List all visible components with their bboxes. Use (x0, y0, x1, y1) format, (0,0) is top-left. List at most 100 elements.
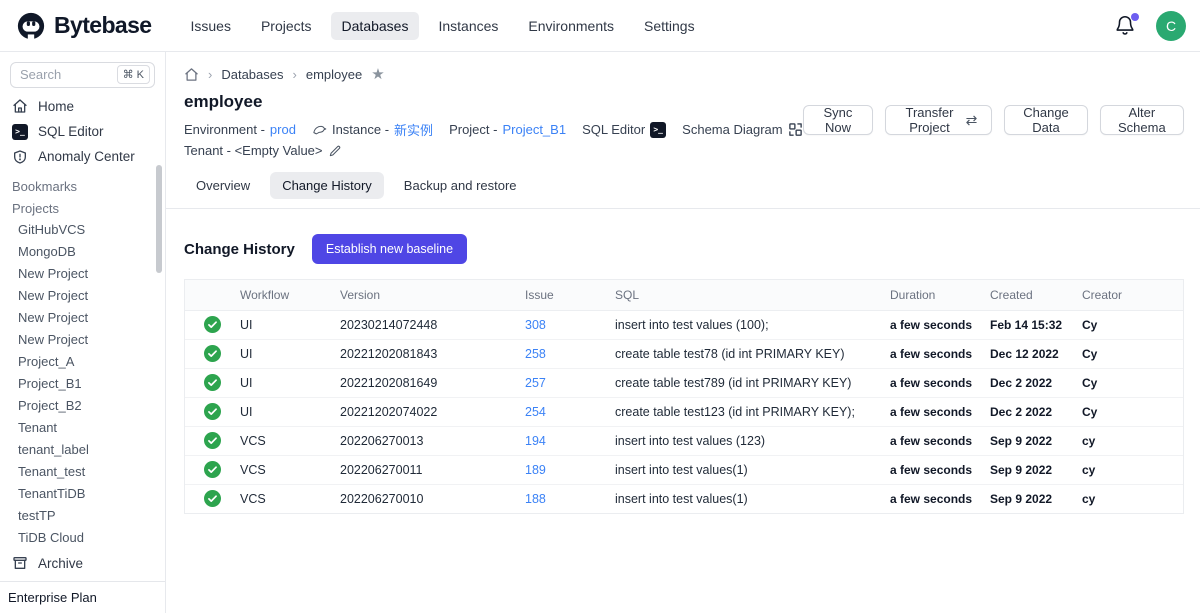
page-actions: Sync Now Transfer Project ⇄ Change Data … (803, 105, 1184, 135)
terminal-icon: >_ (12, 124, 28, 140)
transfer-project-button[interactable]: Transfer Project ⇄ (885, 105, 992, 135)
sidebar-item-sql-editor[interactable]: >_ SQL Editor (0, 119, 165, 144)
establish-baseline-button[interactable]: Establish new baseline (312, 234, 467, 264)
edit-pencil-icon[interactable] (328, 144, 342, 158)
version-cell: 202206270010 (340, 485, 525, 514)
issue-link[interactable]: 188 (525, 492, 546, 506)
alter-schema-button[interactable]: Alter Schema (1100, 105, 1184, 135)
change-history-row[interactable]: UI 20221202081843 258 create table test7… (185, 340, 1183, 369)
bookmark-star-icon[interactable]: ★ (371, 67, 384, 82)
issue-link[interactable]: 194 (525, 434, 546, 448)
sidebar-item-archive[interactable]: Archive (0, 549, 165, 577)
sql-cell: insert into test values(1) (615, 456, 890, 485)
tab-change-history[interactable]: Change History (270, 172, 384, 199)
workflow-cell: VCS (240, 485, 340, 514)
user-avatar[interactable]: C (1156, 11, 1186, 41)
version-cell: 202206270011 (340, 456, 525, 485)
col-status (185, 280, 240, 311)
issue-link[interactable]: 308 (525, 318, 546, 332)
created-cell: Dec 2 2022 (990, 369, 1082, 398)
sidebar-project-item[interactable]: GitHubVCS (0, 219, 165, 241)
project-meta: Project - Project_B1 (449, 122, 566, 137)
sql-cell: create table test123 (id int PRIMARY KEY… (615, 398, 890, 427)
sidebar-item-label: Home (38, 99, 74, 114)
creator-cell: Cy (1082, 311, 1183, 340)
workflow-cell: VCS (240, 456, 340, 485)
mysql-dolphin-icon (312, 122, 327, 137)
sidebar-project-item[interactable]: New Project (0, 285, 165, 307)
sidebar-project-item[interactable]: New Project (0, 329, 165, 351)
issue-link[interactable]: 189 (525, 463, 546, 477)
change-history-row[interactable]: VCS 202206270011 189 insert into test va… (185, 456, 1183, 485)
creator-cell: cy (1082, 456, 1183, 485)
sql-editor-link[interactable]: SQL Editor >_ (582, 122, 666, 138)
success-check-icon (204, 374, 221, 391)
tab-overview[interactable]: Overview (184, 172, 262, 199)
shield-icon (12, 149, 28, 165)
archive-icon (12, 555, 28, 571)
environment-link[interactable]: prod (270, 122, 296, 137)
version-cell: 20230214072448 (340, 311, 525, 340)
change-history-row[interactable]: UI 20230214072448 308 insert into test v… (185, 311, 1183, 340)
created-cell: Sep 9 2022 (990, 485, 1082, 514)
sidebar-project-item[interactable]: TenantTiDB (0, 483, 165, 505)
sql-editor-label: SQL Editor (582, 122, 645, 137)
sidebar-item-home[interactable]: Home (0, 94, 165, 119)
change-history-row[interactable]: UI 20221202074022 254 create table test1… (185, 398, 1183, 427)
nav-instances[interactable]: Instances (427, 12, 509, 40)
sidebar-item-label: Anomaly Center (38, 149, 135, 164)
sidebar-project-item[interactable]: Tenant (0, 417, 165, 439)
issue-link[interactable]: 258 (525, 347, 546, 361)
sidebar-project-item[interactable]: New Project (0, 263, 165, 285)
environment-label: Environment - (184, 122, 265, 137)
sidebar-project-item[interactable]: MongoDB (0, 241, 165, 263)
nav-issues[interactable]: Issues (179, 12, 241, 40)
project-link[interactable]: Project_B1 (502, 122, 566, 137)
sidebar: ⌘ K Home >_ SQL Editor Anomaly Center Bo… (0, 52, 166, 613)
bytebase-logo[interactable]: Bytebase (16, 11, 151, 41)
page-head-left: employee Environment - prod Instance - 新… (184, 92, 803, 158)
sidebar-project-item[interactable]: New Project (0, 307, 165, 329)
change-history-row[interactable]: UI 20221202081649 257 create table test7… (185, 369, 1183, 398)
top-navigation: Issues Projects Databases Instances Envi… (179, 12, 705, 40)
sidebar-project-item[interactable]: testTP (0, 505, 165, 527)
sidebar-project-item[interactable]: tenant_label (0, 439, 165, 461)
version-cell: 20221202081649 (340, 369, 525, 398)
change-history-row[interactable]: VCS 202206270013 194 insert into test va… (185, 427, 1183, 456)
home-icon (12, 98, 28, 114)
nav-environments[interactable]: Environments (517, 12, 625, 40)
issue-link[interactable]: 254 (525, 405, 546, 419)
schema-diagram-link[interactable]: Schema Diagram (682, 122, 802, 137)
sidebar-project-item[interactable]: Project_B1 (0, 373, 165, 395)
sidebar-project-item[interactable]: Project_B2 (0, 395, 165, 417)
change-data-button[interactable]: Change Data (1004, 105, 1087, 135)
creator-cell: cy (1082, 485, 1183, 514)
breadcrumb: › Databases › employee ★ (166, 52, 1200, 82)
notification-bell-icon[interactable] (1114, 14, 1138, 38)
breadcrumb-databases[interactable]: Databases (221, 67, 283, 82)
nav-projects[interactable]: Projects (250, 12, 323, 40)
sql-cell: insert into test values (123) (615, 427, 890, 456)
search-input[interactable] (20, 67, 106, 82)
sidebar-project-item[interactable]: TiDB Cloud (0, 527, 165, 549)
sidebar-project-item[interactable]: Tenant_test (0, 461, 165, 483)
duration-cell: a few seconds (890, 485, 990, 514)
sidebar-item-anomaly-center[interactable]: Anomaly Center (0, 144, 165, 169)
tab-backup-restore[interactable]: Backup and restore (392, 172, 529, 199)
workflow-cell: VCS (240, 427, 340, 456)
project-label: Project - (449, 122, 497, 137)
sidebar-project-item[interactable]: Project_A (0, 351, 165, 373)
sidebar-item-label: SQL Editor (38, 124, 104, 139)
breadcrumb-home-icon[interactable] (184, 67, 199, 82)
change-history-row[interactable]: VCS 202206270010 188 insert into test va… (185, 485, 1183, 514)
nav-settings[interactable]: Settings (633, 12, 706, 40)
nav-databases[interactable]: Databases (331, 12, 420, 40)
issue-link[interactable]: 257 (525, 376, 546, 390)
transfer-arrows-icon: ⇄ (966, 112, 978, 129)
sync-now-button[interactable]: Sync Now (803, 105, 874, 135)
instance-link[interactable]: 新实例 (394, 120, 433, 139)
duration-cell: a few seconds (890, 456, 990, 485)
success-check-icon (204, 316, 221, 333)
search-box[interactable]: ⌘ K (10, 62, 155, 88)
sidebar-scrollbar-thumb[interactable] (156, 165, 162, 273)
